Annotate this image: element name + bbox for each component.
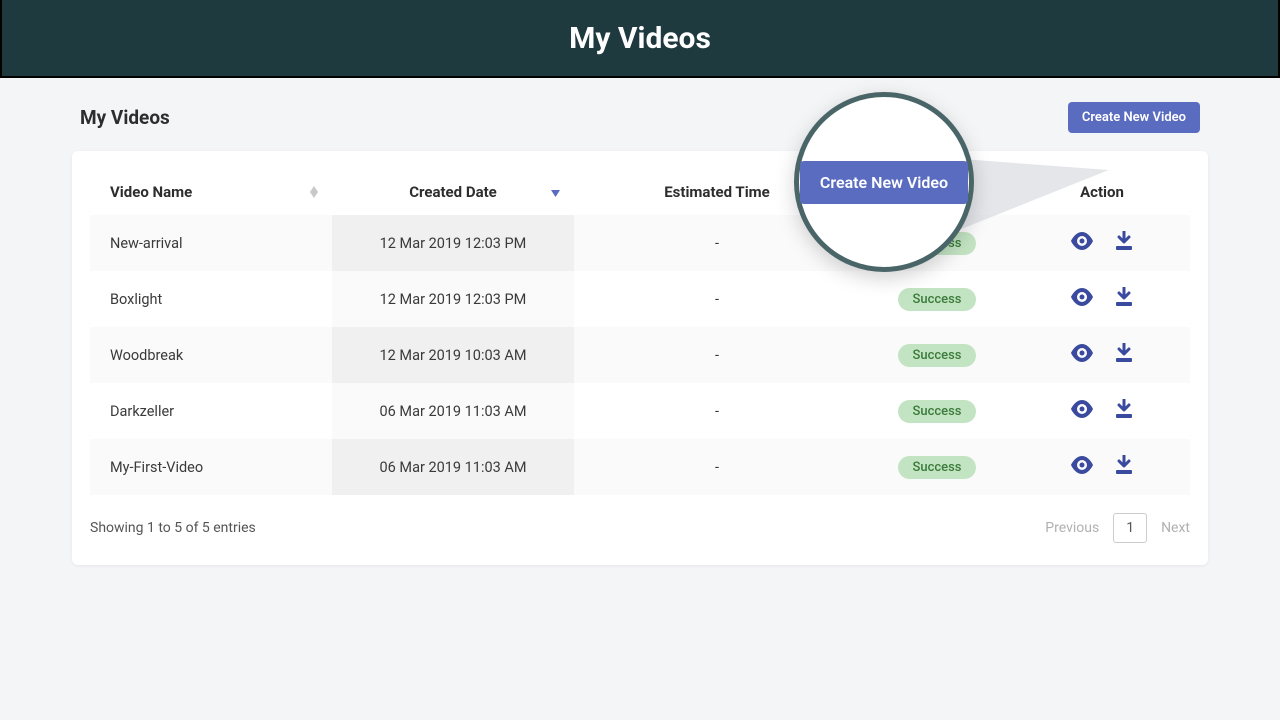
cell-name: Woodbreak <box>90 327 332 383</box>
cell-status: Success <box>860 271 1014 327</box>
cell-name: My-First-Video <box>90 439 332 495</box>
cell-time: - <box>574 327 860 383</box>
sort-icon <box>310 186 318 198</box>
sort-desc-icon <box>551 183 560 201</box>
cell-action <box>1014 327 1190 383</box>
cell-action <box>1014 215 1190 271</box>
table-row: Boxlight12 Mar 2019 12:03 PM- Success <box>90 271 1190 327</box>
cell-action <box>1014 439 1190 495</box>
next-button[interactable]: Next <box>1161 520 1190 536</box>
cell-status: Success <box>860 327 1014 383</box>
cell-name: Boxlight <box>90 271 332 327</box>
view-icon[interactable] <box>1070 232 1094 254</box>
cell-date: 12 Mar 2019 12:03 PM <box>332 271 574 327</box>
pagination: Previous 1 Next <box>1045 513 1190 543</box>
table-row: Woodbreak12 Mar 2019 10:03 AM- Success <box>90 327 1190 383</box>
view-icon[interactable] <box>1070 400 1094 422</box>
download-icon[interactable] <box>1114 343 1134 367</box>
cell-status: Success <box>860 439 1014 495</box>
cell-time: - <box>574 271 860 327</box>
column-video-name[interactable]: Video Name <box>90 169 332 215</box>
section-title: My Videos <box>80 106 170 129</box>
table-row: Darkzeller06 Mar 2019 11:03 AM- Success <box>90 383 1190 439</box>
view-icon[interactable] <box>1070 288 1094 310</box>
cell-date: 06 Mar 2019 11:03 AM <box>332 439 574 495</box>
callout-circle: Create New Video <box>794 92 974 272</box>
download-icon[interactable] <box>1114 399 1134 423</box>
download-icon[interactable] <box>1114 287 1134 311</box>
cell-date: 12 Mar 2019 10:03 AM <box>332 327 574 383</box>
cell-action <box>1014 383 1190 439</box>
cell-time: - <box>574 383 860 439</box>
cell-date: 12 Mar 2019 12:03 PM <box>332 215 574 271</box>
create-new-video-button[interactable]: Create New Video <box>1068 102 1200 133</box>
status-badge: Success <box>898 400 975 423</box>
page-title: My Videos <box>569 21 711 56</box>
create-new-video-highlight-button[interactable]: Create New Video <box>800 161 968 204</box>
cell-action <box>1014 271 1190 327</box>
table-row: My-First-Video06 Mar 2019 11:03 AM- Succe… <box>90 439 1190 495</box>
previous-button[interactable]: Previous <box>1045 520 1099 536</box>
entries-info: Showing 1 to 5 of 5 entries <box>90 520 256 536</box>
cell-name: New-arrival <box>90 215 332 271</box>
column-created-date[interactable]: Created Date <box>332 169 574 215</box>
status-badge: Success <box>898 344 975 367</box>
cell-date: 06 Mar 2019 11:03 AM <box>332 383 574 439</box>
cell-status: Success <box>860 383 1014 439</box>
download-icon[interactable] <box>1114 455 1134 479</box>
cell-name: Darkzeller <box>90 383 332 439</box>
table-row: New-arrival12 Mar 2019 12:03 PM-Success <box>90 215 1190 271</box>
page-number[interactable]: 1 <box>1113 513 1147 543</box>
view-icon[interactable] <box>1070 344 1094 366</box>
cell-time: - <box>574 439 860 495</box>
view-icon[interactable] <box>1070 456 1094 478</box>
status-badge: Success <box>898 288 975 311</box>
header-row: My Videos Create New Video <box>72 102 1208 133</box>
download-icon[interactable] <box>1114 231 1134 255</box>
table-footer: Showing 1 to 5 of 5 entries Previous 1 N… <box>72 495 1208 543</box>
top-bar: My Videos <box>0 0 1280 78</box>
status-badge: Success <box>898 456 975 479</box>
